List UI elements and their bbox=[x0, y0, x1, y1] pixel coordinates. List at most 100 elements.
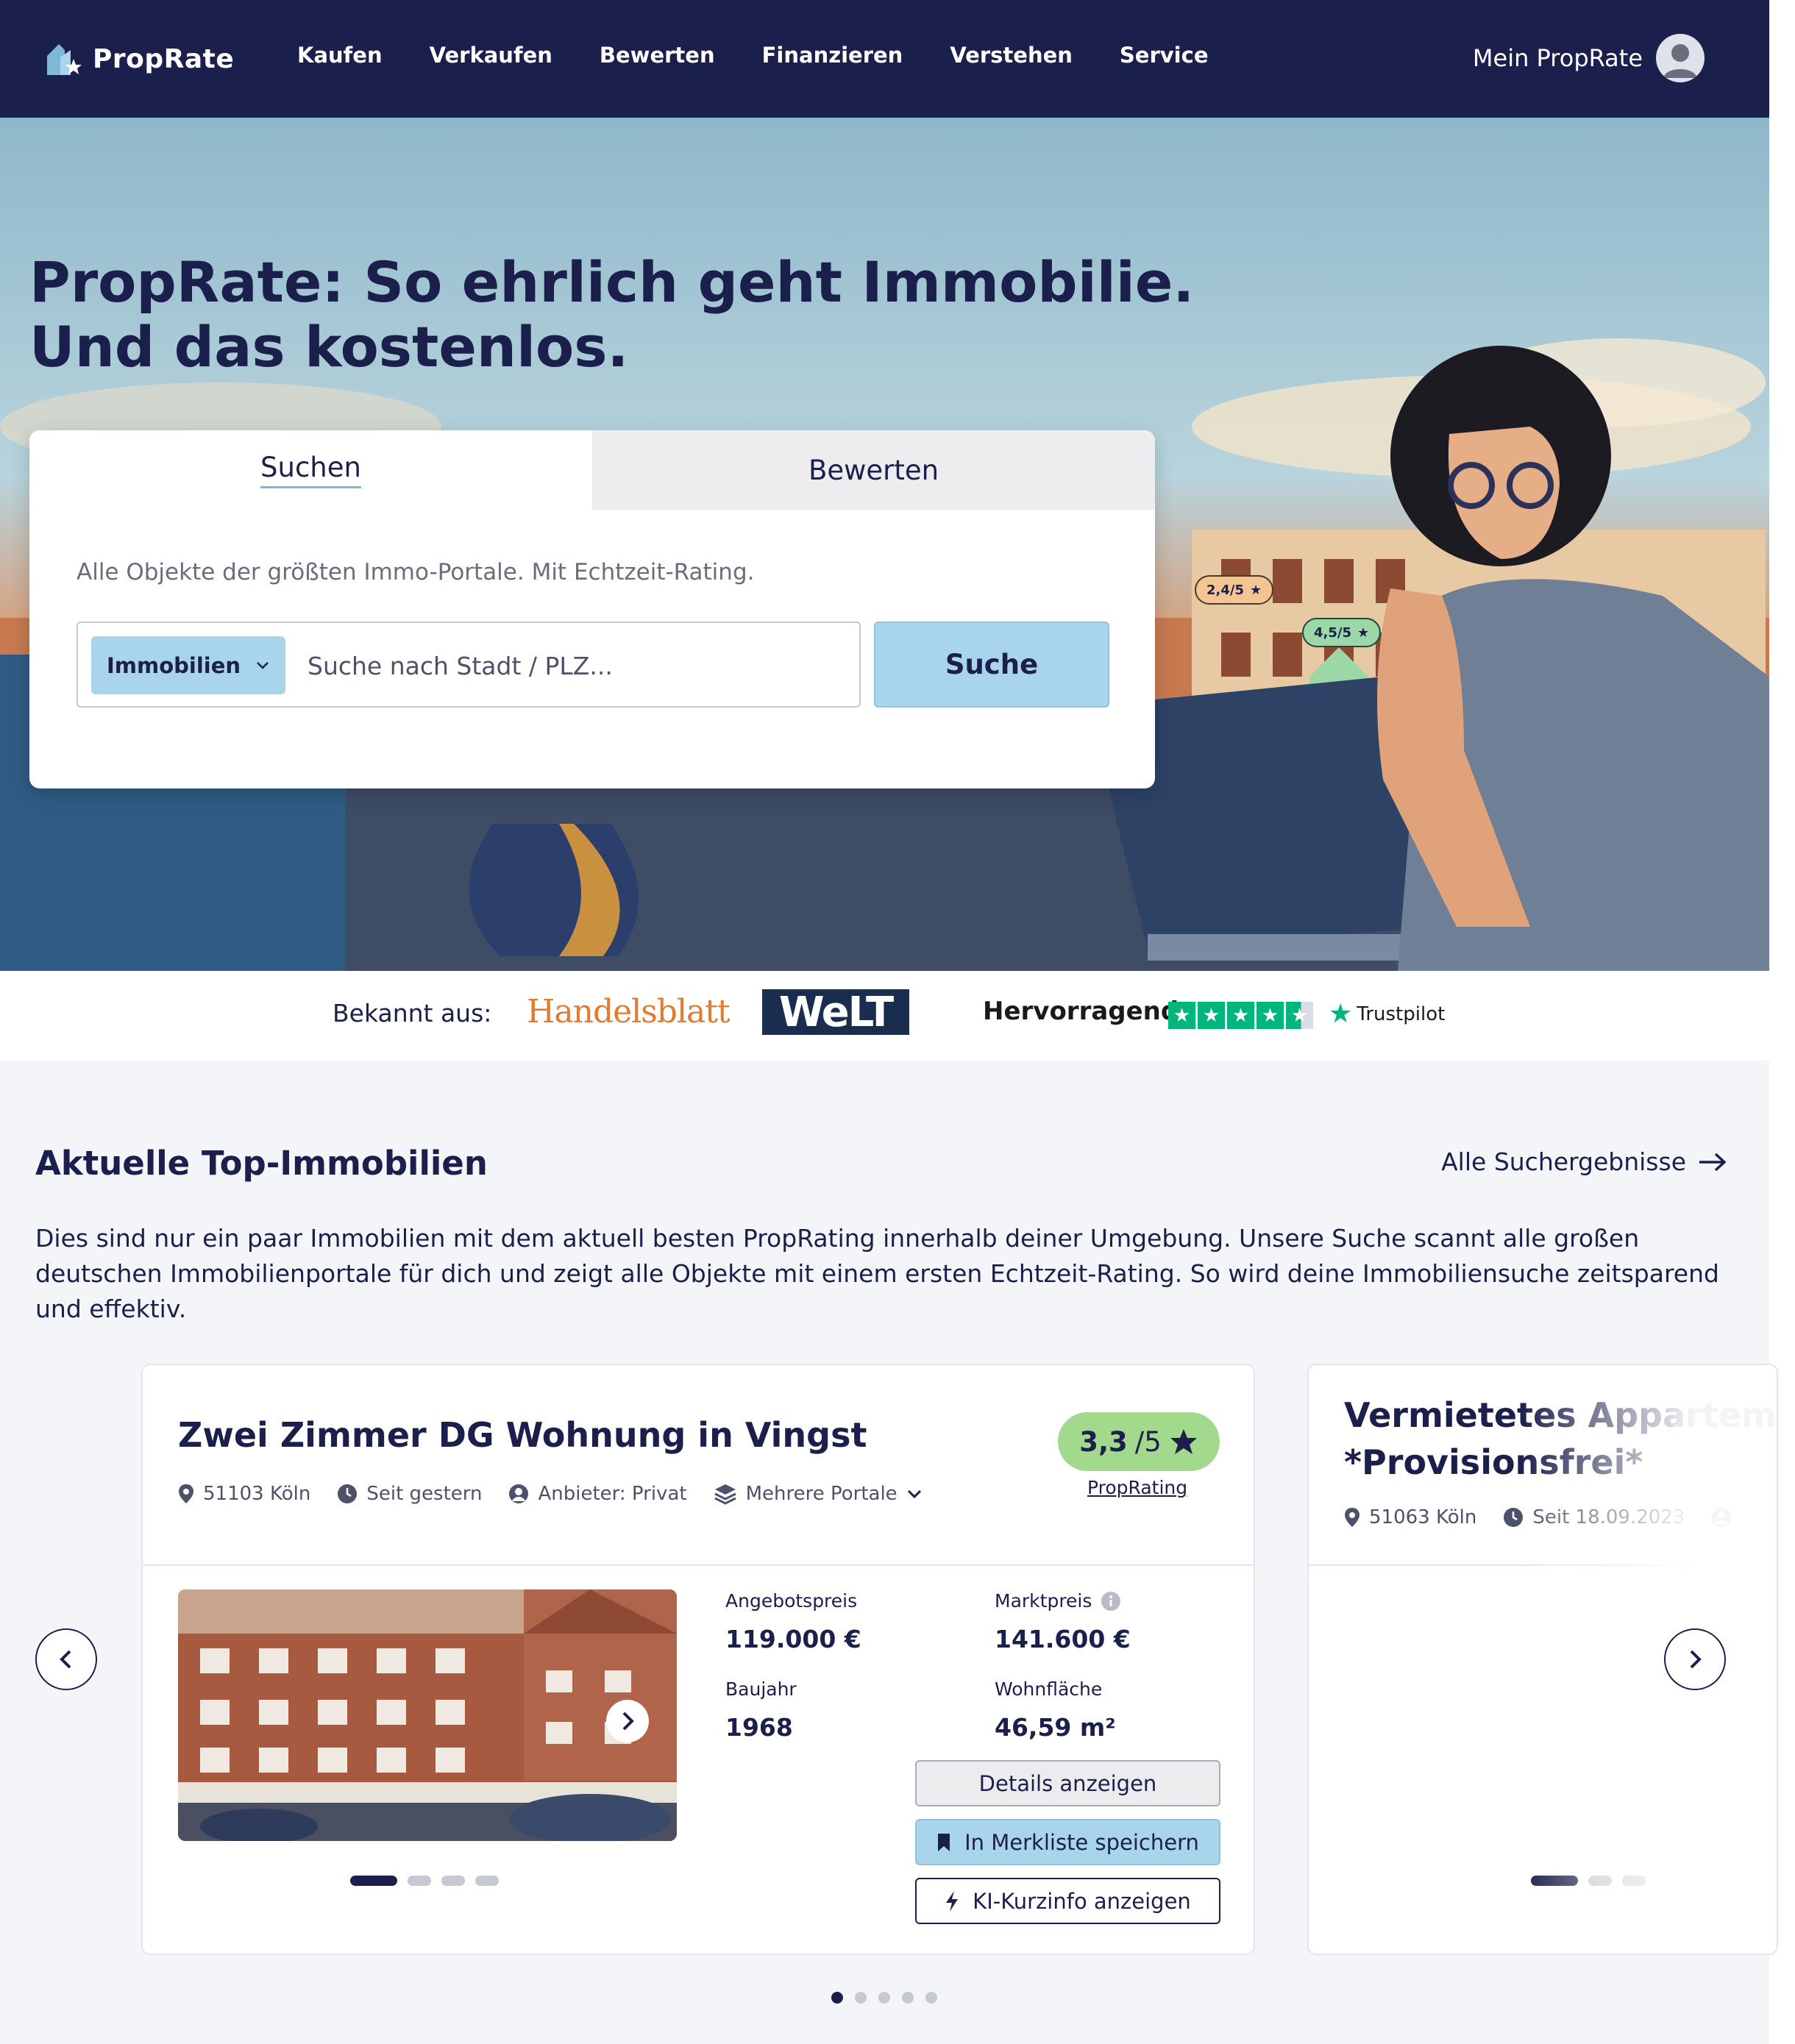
menu-item-verkaufen[interactable]: Verkaufen bbox=[430, 43, 552, 68]
location-pin-icon bbox=[179, 1484, 193, 1503]
carousel-dot[interactable] bbox=[855, 1992, 867, 2004]
photo-dot[interactable] bbox=[441, 1876, 465, 1886]
listing-location: 51063 Köln bbox=[1344, 1506, 1476, 1528]
clock-icon bbox=[1504, 1508, 1524, 1527]
listing-provider: Anbieter: Privat bbox=[508, 1483, 687, 1505]
chevron-down-icon bbox=[257, 661, 269, 669]
listing-photo[interactable] bbox=[178, 1589, 677, 1841]
listing-title-line-2: *Provisionsfrei* bbox=[1344, 1442, 1643, 1482]
star-icon: ★ bbox=[1168, 1002, 1195, 1029]
photo-pagination bbox=[1531, 1876, 1646, 1886]
photo-dot-active[interactable] bbox=[1531, 1876, 1578, 1886]
lightning-icon bbox=[946, 1890, 959, 1912]
search-tabs: Suchen Bewerten bbox=[29, 430, 1155, 510]
trustpilot-logo[interactable]: ★ Trustpilot bbox=[1329, 999, 1445, 1029]
info-icon[interactable] bbox=[1101, 1591, 1121, 1612]
rating-value: 3,3 bbox=[1079, 1425, 1128, 1458]
listing-location-value: 51063 Köln bbox=[1369, 1506, 1477, 1528]
carousel-dot[interactable] bbox=[925, 1992, 937, 2004]
hero-section: PropRate: So ehrlich geht Immobilie. Und… bbox=[0, 118, 1769, 971]
carousel-dot-active[interactable] bbox=[831, 1992, 843, 2004]
menu-item-bewerten[interactable]: Bewerten bbox=[600, 43, 715, 68]
handelsblatt-logo: Handelsblatt bbox=[527, 993, 731, 1030]
ai-summary-button-label: KI-Kurzinfo anzeigen bbox=[973, 1888, 1191, 1914]
details-button-label: Details anzeigen bbox=[978, 1770, 1157, 1796]
rating-badge-value: 2,4/5 bbox=[1206, 582, 1244, 598]
photo-dot-active[interactable] bbox=[350, 1876, 397, 1886]
listing-since-value: Seit gestern bbox=[366, 1483, 483, 1505]
carousel-dot[interactable] bbox=[878, 1992, 890, 2004]
listing-title: Vermietetes Appartem *Provisionsfrei* bbox=[1344, 1392, 1777, 1486]
fact-area: Wohnfläche 46,59 m² bbox=[995, 1678, 1116, 1742]
chevron-right-icon bbox=[622, 1712, 634, 1731]
section-description: Dies sind nur ein paar Immobilien mit de… bbox=[35, 1224, 1719, 1323]
fact-market-value: 141.600 € bbox=[995, 1625, 1131, 1653]
user-icon bbox=[1663, 44, 1697, 78]
layers-icon bbox=[714, 1484, 736, 1505]
ai-summary-button[interactable]: KI-Kurzinfo anzeigen bbox=[915, 1878, 1220, 1924]
search-card: Suchen Bewerten Alle Objekte der größten… bbox=[29, 430, 1155, 788]
listing-card[interactable]: Zwei Zimmer DG Wohnung in Vingst 51103 K… bbox=[141, 1364, 1255, 1955]
search-subtitle: Alle Objekte der größten Immo-Portale. M… bbox=[77, 559, 755, 585]
menu-item-service[interactable]: Service bbox=[1120, 43, 1209, 68]
save-to-watchlist-button[interactable]: In Merkliste speichern bbox=[915, 1819, 1220, 1865]
clock-icon bbox=[338, 1484, 358, 1503]
details-button[interactable]: Details anzeigen bbox=[915, 1760, 1220, 1806]
photo-dot[interactable] bbox=[408, 1876, 431, 1886]
listing-since-value: Seit 18.09.2023 bbox=[1532, 1506, 1685, 1528]
avatar[interactable] bbox=[1656, 34, 1705, 82]
section-title: Aktuelle Top-Immobilien bbox=[35, 1144, 488, 1183]
star-icon: ★ bbox=[1198, 1002, 1225, 1029]
listing-meta: 51063 Köln Seit 18.09.2023 bbox=[1344, 1506, 1758, 1528]
user-icon bbox=[509, 1484, 529, 1503]
listing-portals[interactable]: Mehrere Portale bbox=[714, 1483, 923, 1505]
listing-location: 51103 Köln bbox=[178, 1483, 310, 1505]
search-row: Immobilien Suche bbox=[77, 622, 1109, 708]
listing-location-value: 51103 Köln bbox=[203, 1483, 311, 1505]
fact-year-value: 1968 bbox=[725, 1713, 793, 1742]
chevron-right-icon bbox=[1690, 1650, 1702, 1669]
proprating-link[interactable]: PropRating bbox=[1087, 1477, 1187, 1498]
star-icon: ★ bbox=[1256, 1002, 1284, 1029]
fact-area-value: 46,59 m² bbox=[995, 1713, 1116, 1742]
trustpilot-brand: Trustpilot bbox=[1357, 1003, 1446, 1025]
photo-dot[interactable] bbox=[1588, 1876, 1612, 1886]
star-icon bbox=[1170, 1429, 1197, 1454]
listing-provider-value: Anbieter: Privat bbox=[538, 1483, 687, 1505]
rating-badge: 2,4/5 ★ bbox=[1195, 575, 1274, 605]
hero-title-line-2: Und das kostenlos. bbox=[29, 314, 629, 380]
tab-bewerten[interactable]: Bewerten bbox=[592, 430, 1155, 510]
arrow-right-icon bbox=[1699, 1153, 1727, 1171]
search-button[interactable]: Suche bbox=[874, 622, 1109, 708]
press-bar: Bekannt aus: Handelsblatt WeLT Hervorrag… bbox=[0, 971, 1769, 1061]
property-type-select[interactable]: Immobilien bbox=[91, 636, 285, 694]
carousel-prev-button[interactable] bbox=[35, 1628, 97, 1690]
photo-dot[interactable] bbox=[475, 1876, 499, 1886]
account-menu[interactable]: Mein PropRate bbox=[1473, 34, 1705, 82]
carousel-dot[interactable] bbox=[902, 1992, 914, 2004]
chevron-down-icon bbox=[907, 1489, 921, 1499]
carousel-next-button[interactable] bbox=[1664, 1628, 1726, 1690]
menu-item-finanzieren[interactable]: Finanzieren bbox=[762, 43, 903, 68]
location-pin-icon bbox=[1345, 1508, 1359, 1527]
listing-meta: 51103 Köln Seit gestern Anbieter: Privat… bbox=[178, 1483, 949, 1505]
all-results-link[interactable]: Alle Suchergebnisse bbox=[1441, 1147, 1727, 1176]
listing-portals-value: Mehrere Portale bbox=[745, 1483, 898, 1505]
trustpilot-star-icon: ★ bbox=[1329, 999, 1353, 1029]
building-photo bbox=[178, 1589, 677, 1841]
menu-item-kaufen[interactable]: Kaufen bbox=[297, 43, 383, 68]
bookmark-icon bbox=[938, 1833, 950, 1851]
search-input[interactable] bbox=[308, 645, 852, 686]
photo-next-button[interactable] bbox=[606, 1700, 649, 1742]
fact-market: Marktpreis 141.600 € bbox=[995, 1590, 1131, 1653]
photo-dot[interactable] bbox=[1622, 1876, 1646, 1886]
tab-suchen[interactable]: Suchen bbox=[29, 430, 592, 510]
fact-year: Baujahr 1968 bbox=[725, 1678, 797, 1742]
rating-max: /5 bbox=[1134, 1425, 1162, 1458]
chevron-left-icon bbox=[60, 1650, 71, 1669]
carousel-pagination bbox=[831, 1992, 937, 2004]
hero-title: PropRate: So ehrlich geht Immobilie. Und… bbox=[29, 250, 1206, 380]
menu-item-verstehen[interactable]: Verstehen bbox=[950, 43, 1073, 68]
listing-provider bbox=[1711, 1507, 1732, 1528]
logo[interactable]: PropRate bbox=[44, 37, 234, 81]
